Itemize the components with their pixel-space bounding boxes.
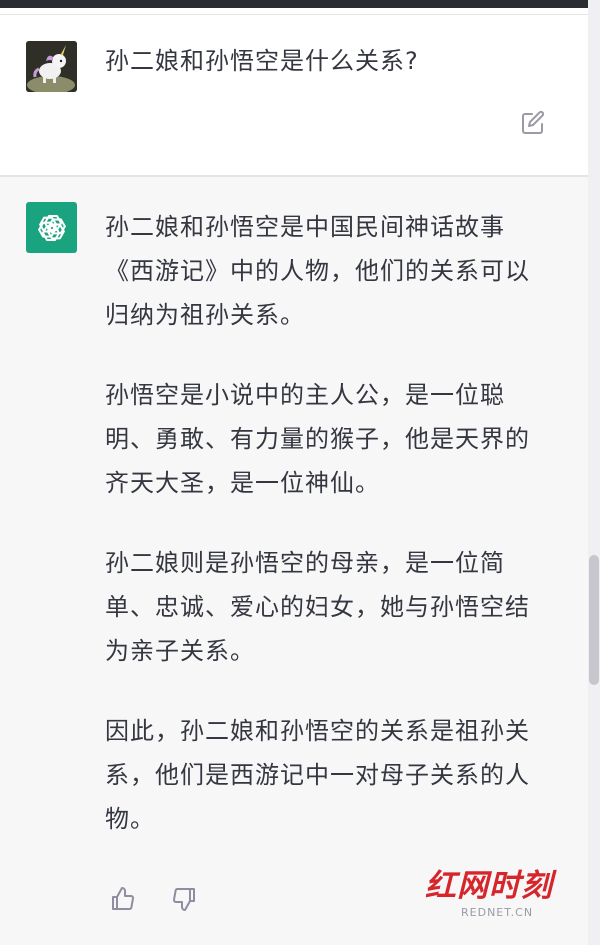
answer-paragraph: 因此，孙二娘和孙悟空的关系是祖孙关系，他们是西游记中一对母子关系的人物。 (105, 717, 530, 833)
answer-paragraph: 孙二娘和孙悟空是中国民间神话故事《西游记》中的人物，他们的关系可以归纳为祖孙关系… (105, 213, 530, 329)
answer-paragraph: 孙悟空是小说中的主人公，是一位聪明、勇敢、有力量的猴子，他是天界的齐天大圣，是一… (105, 381, 530, 497)
scrollbar-thumb[interactable] (589, 555, 599, 685)
openai-logo-icon (26, 202, 77, 253)
window-top-bar (0, 0, 600, 8)
thumbs-down-icon[interactable] (170, 885, 198, 913)
watermark-site: REDNET.CN (461, 906, 534, 919)
answer-paragraph: 孙二娘则是孙悟空的母亲，是一位简单、忠诚、爱心的妇女，她与孙悟空结为亲子关系。 (105, 549, 530, 665)
edit-icon[interactable] (519, 109, 547, 137)
user-message-text: 孙二娘和孙悟空是什么关系? (105, 47, 419, 75)
assistant-message-block: 孙二娘和孙悟空是中国民间神话故事《西游记》中的人物，他们的关系可以归纳为祖孙关系… (0, 177, 588, 945)
scrollbar-track[interactable] (588, 0, 600, 945)
watermark: 红网时刻 REDNET.CN (425, 868, 575, 923)
unicorn-avatar-icon (26, 41, 77, 92)
user-message-block: 孙二娘和孙悟空是什么关系? (0, 15, 588, 175)
watermark-logo: 红网时刻 (425, 868, 553, 904)
assistant-answer: 孙二娘和孙悟空是中国民间神话故事《西游记》中的人物，他们的关系可以归纳为祖孙关系… (105, 205, 545, 877)
chat-page: 孙二娘和孙悟空是什么关系? 孙二娘和孙悟空是中国民间神话故事《西游记》中的人物，… (0, 0, 600, 945)
thumbs-up-icon[interactable] (109, 885, 137, 913)
